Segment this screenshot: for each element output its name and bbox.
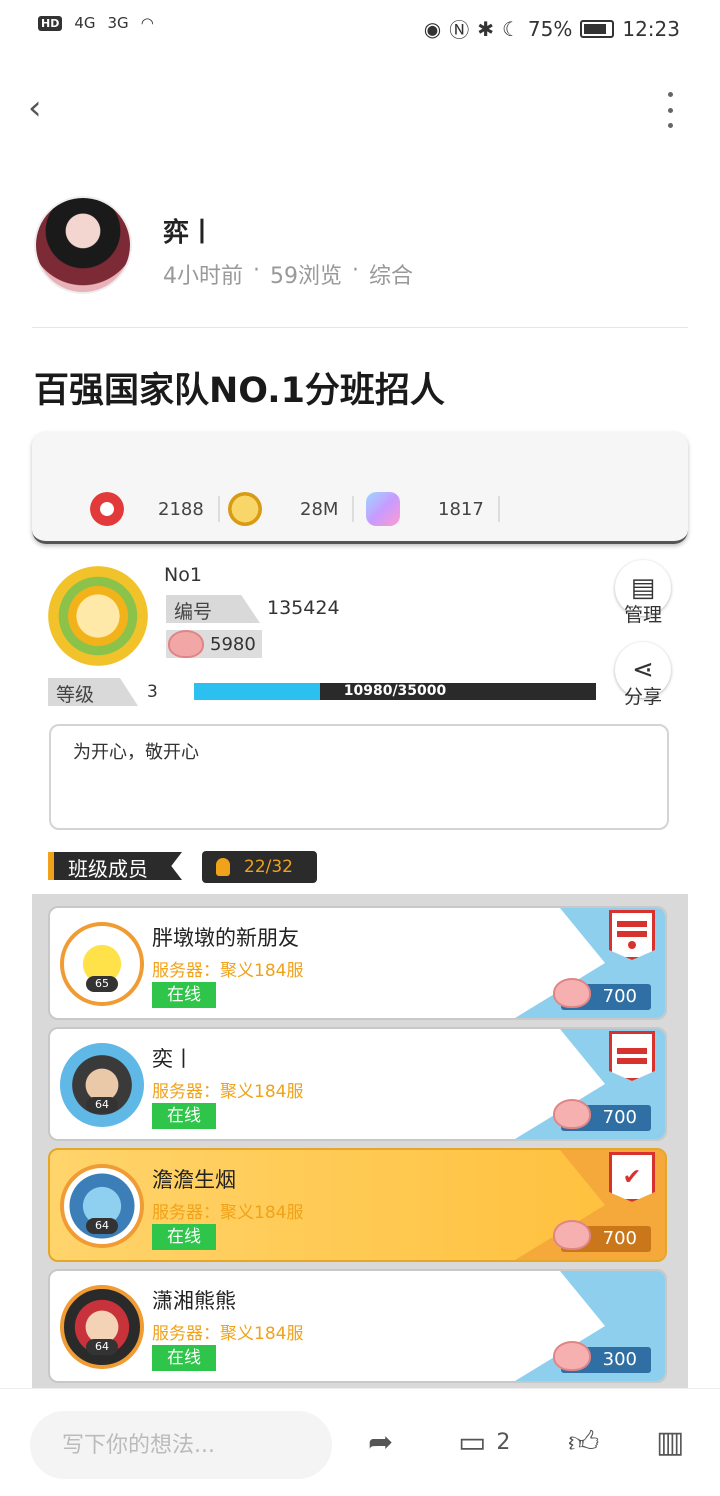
post-time: 4小时前	[163, 264, 243, 289]
currency-crystals: 1817	[366, 492, 500, 526]
like-button[interactable]: 👍︎	[568, 1425, 599, 1461]
comment-count: 2	[496, 1430, 511, 1455]
wifi-icon: ◠	[140, 14, 154, 32]
member-list[interactable]: 65 胖墩墩的新朋友 服务器：聚义184服 在线 700 64 奕丨 服务器：聚…	[32, 894, 688, 1388]
member-status: 在线	[152, 982, 216, 1008]
eye-icon: ◉	[423, 16, 442, 41]
status-bar: HD 4G 3G ◠ ◉ Ⓝ ✱ ☾ 75% 12:23	[0, 0, 720, 56]
signal-4g-icon: 4G	[74, 14, 96, 32]
member-row[interactable]: 65 胖墩墩的新朋友 服务器：聚义184服 在线 700	[48, 906, 667, 1020]
guild-id-label: 编号	[166, 595, 260, 623]
bluetooth-icon: ✱	[477, 16, 494, 41]
post-title: 百强国家队NO.1分班招人	[34, 371, 445, 411]
more-vertical-icon	[667, 92, 673, 97]
nfc-icon: Ⓝ	[449, 18, 470, 42]
piggy-bank-icon	[553, 978, 591, 1008]
member-status: 在线	[152, 1103, 216, 1129]
member-level: 64	[86, 1097, 118, 1113]
signal-3g-icon: 3G	[107, 14, 129, 32]
author-avatar[interactable]	[34, 196, 132, 294]
members-header: 班级成员	[48, 852, 182, 880]
level-progress-bar: 10980/35000	[194, 683, 596, 700]
red-gem-icon	[90, 492, 124, 526]
piggy-bank-icon	[553, 1341, 591, 1371]
member-avatar	[60, 1043, 144, 1127]
comment-bubble-icon: ▭	[458, 1425, 487, 1460]
divider	[32, 327, 688, 328]
back-button[interactable]: ‹	[28, 88, 68, 132]
currency-gems: 2188	[90, 492, 220, 526]
person-icon	[216, 858, 230, 876]
member-server: 服务器：聚义184服	[152, 1324, 304, 1344]
gold-coin-icon	[228, 492, 262, 526]
member-row[interactable]: 64 奕丨 服务器：聚义184服 在线 700	[48, 1027, 667, 1141]
guild-badge	[48, 566, 148, 666]
member-avatar	[60, 1164, 144, 1248]
comments-button[interactable]: ▭ 2	[458, 1425, 510, 1460]
member-level: 65	[86, 976, 118, 992]
clock: 12:23	[622, 16, 680, 41]
guild-motto: 为开心，敬开心	[73, 742, 199, 763]
manage-label: 管理	[623, 604, 662, 626]
battery-percent: 75%	[527, 16, 573, 41]
author-name[interactable]: 弈丨	[163, 212, 215, 249]
post-views: 59浏览	[270, 264, 342, 289]
piggy-bank-icon	[553, 1220, 591, 1250]
members-count-badge: 22/32	[202, 851, 317, 883]
guild-motto-box: 为开心，敬开心	[49, 724, 669, 830]
status-right: ◉ Ⓝ ✱ ☾ 75% 12:23	[424, 14, 680, 43]
post-category[interactable]: 综合	[369, 258, 413, 290]
member-name: 潇湘熊熊	[152, 1289, 236, 1313]
member-status: 在线	[152, 1345, 216, 1371]
level-label: 等级	[48, 678, 138, 706]
forward-arrow-icon: ➦	[368, 1425, 394, 1460]
piggy-value: 5980	[210, 634, 256, 655]
guild-id: 135424	[267, 597, 340, 619]
guild-name: No1	[164, 564, 202, 586]
bottom-action-bar: ➦ ▭ 2 👍︎ ▥	[0, 1388, 720, 1496]
member-server: 服务器：聚义184服	[152, 1203, 304, 1223]
member-avatar	[60, 922, 144, 1006]
member-server: 服务器：聚义184服	[152, 961, 304, 981]
bar-chart-icon: ▥	[656, 1425, 685, 1460]
currency-bar: 2188 28M 1817	[32, 432, 688, 544]
share-post-button[interactable]: ➦	[368, 1425, 393, 1460]
share-button[interactable]: ⋖ 分享	[614, 642, 672, 709]
post-meta: 4小时前 · 59浏览 · 综合	[163, 258, 414, 290]
piggy-bank-icon	[168, 630, 204, 658]
member-row[interactable]: 64 澹澹生烟 服务器：聚义184服 在线 ✔ 700	[48, 1148, 667, 1262]
battery-icon	[580, 19, 615, 38]
stats-button[interactable]: ▥	[656, 1425, 684, 1460]
member-avatar	[60, 1285, 144, 1369]
crystal-icon	[366, 492, 400, 526]
chevron-left-icon: ‹	[28, 88, 42, 128]
comment-input[interactable]	[30, 1411, 332, 1479]
manage-button[interactable]: ▤ 管理	[614, 560, 672, 627]
member-level: 64	[86, 1339, 118, 1355]
member-name: 胖墩墩的新朋友	[152, 926, 299, 950]
moon-icon: ☾	[501, 16, 520, 41]
member-server: 服务器：聚义184服	[152, 1082, 304, 1102]
member-level: 64	[86, 1218, 118, 1234]
thumbs-up-icon: 👍︎	[568, 1425, 600, 1460]
rank-leader-icon	[609, 910, 655, 960]
rank-vice-icon	[609, 1031, 655, 1081]
member-row[interactable]: 64 潇湘熊熊 服务器：聚义184服 在线 300	[48, 1269, 667, 1383]
level-value: 3	[147, 682, 158, 702]
member-name: 奕丨	[152, 1047, 194, 1071]
member-status: 在线	[152, 1224, 216, 1250]
more-button[interactable]	[660, 92, 680, 128]
status-left: HD 4G 3G ◠	[38, 14, 154, 32]
rank-elite-icon: ✔	[609, 1152, 655, 1202]
hd-badge: HD	[38, 15, 63, 31]
member-name: 澹澹生烟	[152, 1168, 236, 1192]
members-count: 22/32	[244, 857, 293, 877]
currency-coins: 28M	[228, 492, 355, 526]
progress-text: 10980/35000	[343, 683, 447, 699]
piggy-bank-icon	[553, 1099, 591, 1129]
share-label: 分享	[623, 686, 662, 708]
